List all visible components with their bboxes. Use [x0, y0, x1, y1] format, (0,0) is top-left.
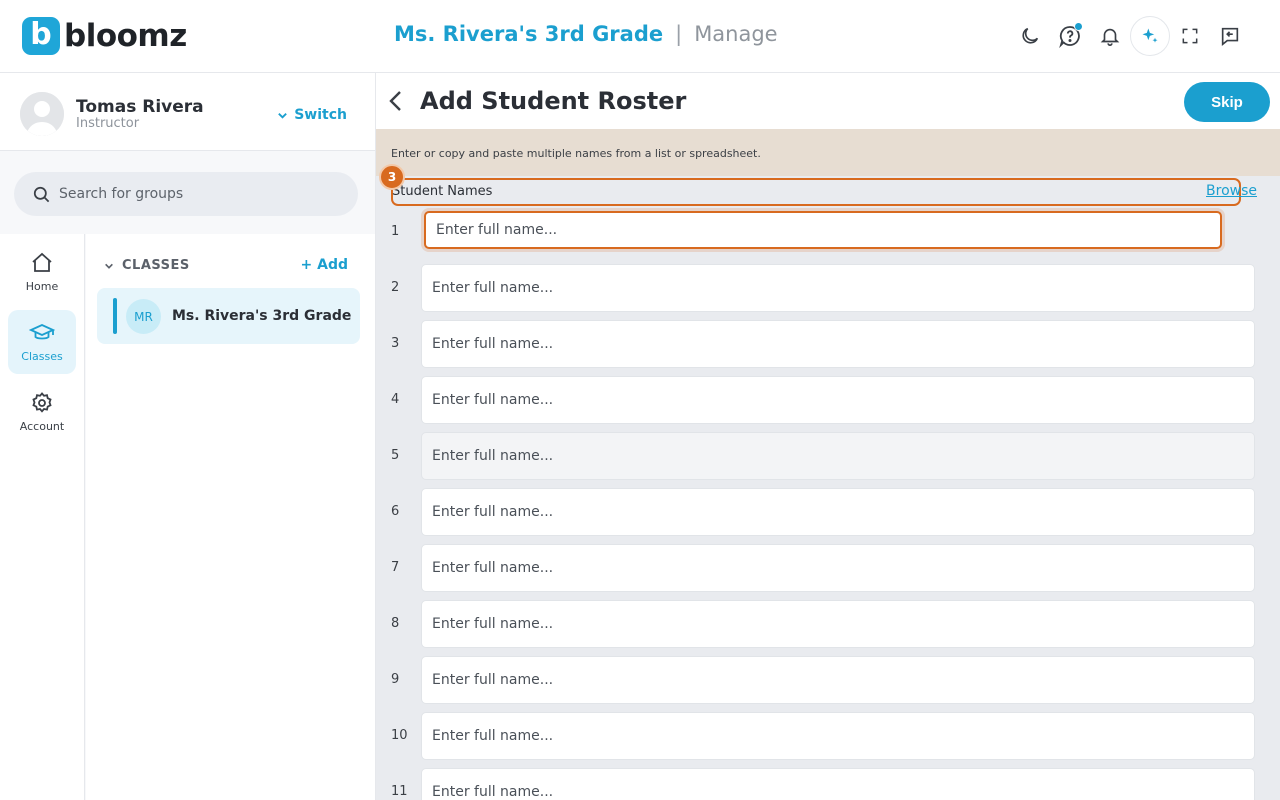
classes-heading[interactable]: CLASSES [104, 258, 190, 273]
header-title: Ms. Rivera's 3rd Grade | Manage [394, 22, 778, 46]
class-badge: MR [126, 299, 161, 334]
roster-row: 6 Enter full name... [376, 488, 1280, 536]
main-content: Add Student Roster Skip Enter or copy an… [376, 73, 1280, 800]
nav-classes[interactable]: Classes [8, 310, 76, 374]
student-name-input[interactable]: Enter full name... [421, 264, 1255, 312]
student-name-input[interactable]: Enter full name... [421, 488, 1255, 536]
roster-row: 4 Enter full name... [376, 376, 1280, 424]
student-name-input[interactable]: Enter full name... [421, 768, 1255, 800]
row-number: 1 [391, 224, 400, 239]
roster-row: 1 Enter full name... [376, 208, 1280, 256]
bloomz-logo[interactable]: b bloomz [22, 17, 187, 55]
nav-account-label: Account [19, 420, 65, 433]
skip-button[interactable]: Skip [1184, 82, 1270, 122]
search-input[interactable]: Search for groups [14, 172, 358, 216]
logo-mark: b [22, 17, 60, 55]
sparkle-icon [1142, 28, 1158, 43]
sidebar: Tomas Rivera Instructor Switch Search fo… [0, 73, 376, 800]
student-name-input[interactable]: Enter full name... [424, 211, 1222, 249]
roster-row: 3 Enter full name... [376, 320, 1280, 368]
chevron-left-icon [389, 91, 401, 111]
instructions-text: Enter or copy and paste multiple names f… [391, 147, 761, 160]
profile-card: Tomas Rivera Instructor Switch [0, 73, 375, 151]
row-number: 2 [391, 280, 400, 295]
chevron-down-icon [105, 263, 113, 269]
search-icon [33, 186, 50, 202]
browse-link[interactable]: Browse [1206, 183, 1257, 199]
notifications-button[interactable] [1090, 16, 1130, 56]
row-number: 7 [391, 560, 400, 575]
roster-row: 9 Enter full name... [376, 656, 1280, 704]
nav-account[interactable]: Account [8, 380, 76, 444]
active-indicator [113, 298, 117, 334]
exit-button[interactable] [1210, 16, 1250, 56]
avatar[interactable] [20, 92, 64, 136]
header-actions [1010, 16, 1250, 56]
classes-panel: CLASSES + Add MR Ms. Rivera's 3rd Grade [86, 234, 375, 800]
logo-text: bloomz [64, 18, 187, 54]
classes-heading-label: CLASSES [122, 258, 190, 273]
chevron-down-icon [278, 112, 288, 119]
step-badge: 3 [379, 164, 405, 190]
logo-letter: b [30, 16, 52, 52]
nav-classes-label: Classes [21, 350, 63, 363]
nav-rail: Home Classes Account [0, 234, 85, 800]
fullscreen-button[interactable] [1170, 16, 1210, 56]
gear-icon [32, 392, 52, 413]
student-name-input[interactable]: Enter full name... [421, 712, 1255, 760]
expand-icon [1182, 28, 1198, 44]
student-name-input[interactable]: Enter full name... [421, 320, 1255, 368]
roster-row: 11 Enter full name... [376, 768, 1280, 800]
roster-row: 10 Enter full name... [376, 712, 1280, 760]
title-separator: | [675, 22, 683, 46]
instructions-banner: Enter or copy and paste multiple names f… [376, 129, 1280, 176]
graduation-cap-icon [29, 324, 55, 340]
app-header: b bloomz Ms. Rivera's 3rd Grade | Manage [0, 0, 1280, 73]
ai-assistant-button[interactable] [1130, 16, 1170, 56]
profile-name: Tomas Rivera [76, 97, 204, 117]
class-item[interactable]: MR Ms. Rivera's 3rd Grade [97, 288, 360, 344]
switch-label: Switch [294, 107, 347, 123]
nav-home-label: Home [25, 280, 59, 293]
bell-icon [1100, 28, 1120, 46]
section-title: Manage [694, 22, 778, 46]
row-number: 5 [391, 448, 400, 463]
student-name-input[interactable]: Enter full name... [421, 376, 1255, 424]
add-class-button[interactable]: + Add [301, 257, 348, 273]
roster-row: 5 Enter full name... [376, 432, 1280, 480]
student-names-label: Student Names [392, 184, 493, 199]
student-name-input[interactable]: Enter full name... [421, 656, 1255, 704]
roster-row: 7 Enter full name... [376, 544, 1280, 592]
switch-button[interactable]: Switch [277, 107, 347, 123]
row-number: 11 [391, 784, 408, 799]
profile-role: Instructor [76, 116, 140, 131]
roster-row: 8 Enter full name... [376, 600, 1280, 648]
help-button[interactable] [1050, 16, 1090, 56]
student-name-input[interactable]: Enter full name... [421, 544, 1255, 592]
class-name: Ms. Rivera's 3rd Grade [172, 308, 352, 324]
row-number: 4 [391, 392, 400, 407]
student-name-input[interactable]: Enter full name... [421, 600, 1255, 648]
row-number: 9 [391, 672, 400, 687]
user-avatar-icon [20, 92, 64, 136]
notification-dot [1074, 22, 1083, 31]
moon-icon [1022, 27, 1039, 44]
back-button[interactable] [386, 89, 406, 117]
exit-screen-icon [1221, 27, 1239, 46]
home-icon [32, 252, 52, 272]
page-header: Add Student Roster Skip [376, 73, 1280, 129]
search-placeholder: Search for groups [59, 186, 184, 202]
group-title[interactable]: Ms. Rivera's 3rd Grade [394, 22, 663, 46]
student-name-input[interactable]: Enter full name... [421, 432, 1255, 480]
page-title: Add Student Roster [420, 87, 687, 115]
row-number: 10 [391, 728, 408, 743]
row-number: 8 [391, 616, 400, 631]
student-names-header: Student Names [391, 178, 1241, 206]
dark-mode-button[interactable] [1010, 16, 1050, 56]
nav-home[interactable]: Home [8, 240, 76, 304]
row-number: 3 [391, 336, 400, 351]
roster-row: 2 Enter full name... [376, 264, 1280, 312]
row-number: 6 [391, 504, 400, 519]
